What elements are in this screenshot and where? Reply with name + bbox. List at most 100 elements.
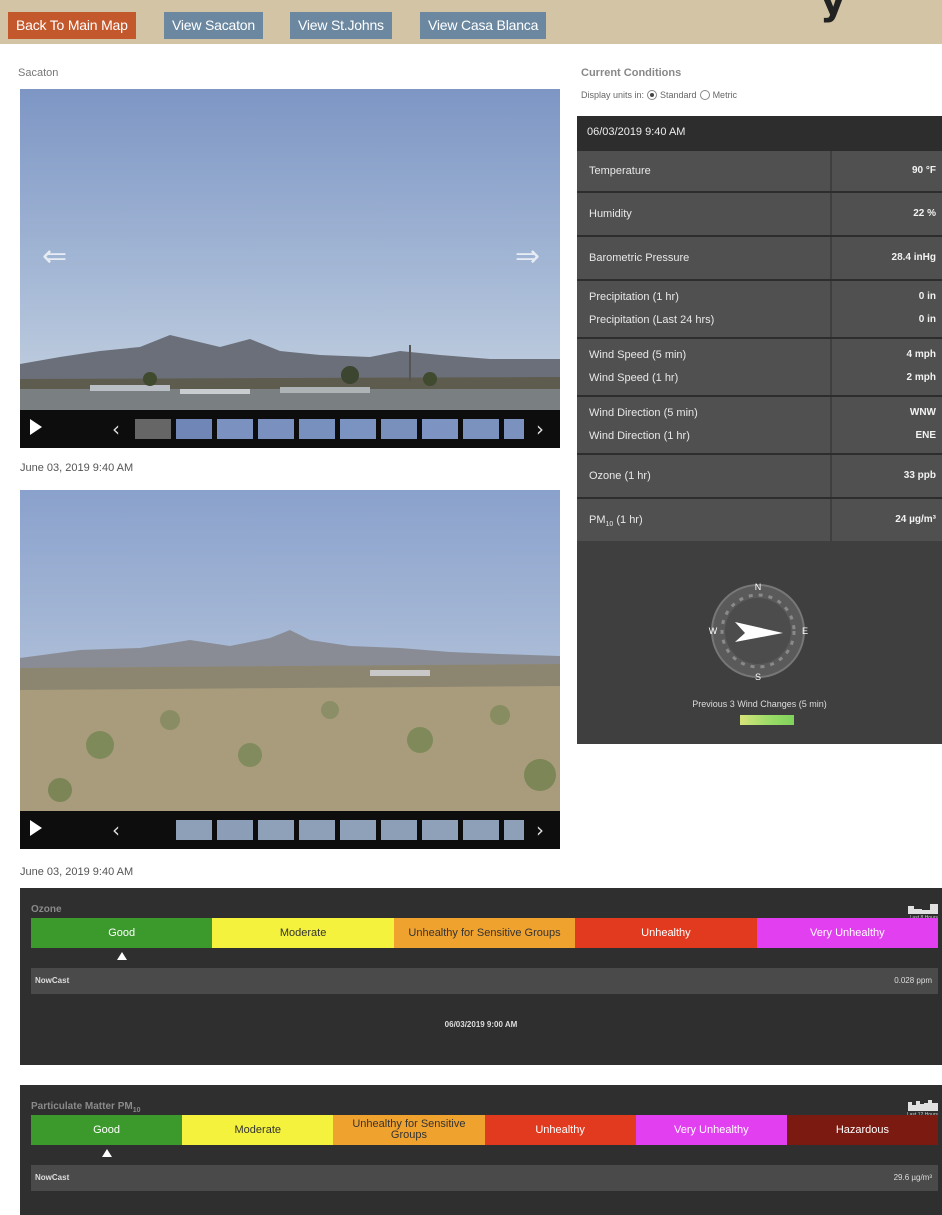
pm10-panel: Particulate Matter PM10 Last 12 Hours Go…: [20, 1085, 942, 1215]
view-stjohns-button[interactable]: View St.Johns: [290, 12, 392, 39]
camera-image-1: ⇐ ⇒: [20, 89, 560, 410]
pm10-title: Particulate Matter PM10: [31, 1101, 141, 1114]
current-conditions-panel: 06/03/2019 9:40 AM Temperature 90 °F Hum…: [577, 116, 942, 744]
filmstrip-prev-icon[interactable]: ‹: [112, 818, 120, 842]
filmstrip-thumb[interactable]: [504, 820, 524, 840]
filmstrip-prev-icon[interactable]: ‹: [112, 417, 120, 441]
compass-west-label: W: [709, 626, 718, 636]
filmstrip-thumb[interactable]: [299, 820, 335, 840]
filmstrip-thumb[interactable]: [463, 820, 499, 840]
ozone-title: Ozone: [31, 904, 62, 915]
conditions-timestamp-bar: 06/03/2019 9:40 AM: [577, 116, 942, 149]
previous-image-arrow-icon[interactable]: ⇐: [42, 239, 67, 274]
camera-image-2: [20, 490, 560, 811]
view-sacaton-button[interactable]: View Sacaton: [164, 12, 263, 39]
conditions-label: PM10 (1 hr): [589, 514, 643, 529]
conditions-row-pm10: PM10 (1 hr) 24 µg/m³: [577, 497, 942, 541]
conditions-timestamp: 06/03/2019 9:40 AM: [587, 126, 686, 138]
view-casablanca-button[interactable]: View Casa Blanca: [420, 12, 547, 39]
aqi-category-3: Unhealthy: [575, 918, 757, 948]
history-chart-icon[interactable]: [908, 900, 938, 914]
conditions-value: 28.4 inHg: [891, 252, 936, 263]
camera-landscape-1: [20, 335, 560, 410]
filmstrip-1: ‹ ›: [20, 410, 560, 448]
camera-2-timestamp: June 03, 2019 9:40 AM: [20, 866, 134, 878]
conditions-value: WNW: [909, 407, 936, 418]
conditions-value: 90 °F: [911, 165, 936, 176]
ozone-level-marker-icon: [116, 952, 127, 960]
filmstrip-next-icon[interactable]: ›: [536, 417, 544, 441]
conditions-label: Wind Speed (1 hr): [589, 372, 679, 384]
filmstrip-thumb[interactable]: [176, 419, 212, 439]
conditions-label: Wind Direction (5 min): [589, 407, 698, 419]
conditions-label: Wind Speed (5 min): [589, 349, 687, 361]
camera-1-timestamp: June 03, 2019 9:40 AM: [20, 462, 134, 474]
aqi-category-4: Very Unhealthy: [756, 918, 939, 948]
nowcast-value: 0.028 ppm: [894, 976, 932, 985]
filmstrip-thumb[interactable]: [135, 419, 171, 439]
filmstrip-thumb[interactable]: [381, 419, 417, 439]
filmstrip-thumb[interactable]: [258, 419, 294, 439]
aqi-category-4: Very Unhealthy: [635, 1115, 787, 1145]
filmstrip-thumb[interactable]: [258, 820, 294, 840]
compass-icon: N S E W: [709, 582, 808, 682]
filmstrip-thumb[interactable]: [422, 820, 458, 840]
pm10-level-marker-icon: [101, 1149, 112, 1157]
filmstrip-thumb[interactable]: [176, 820, 212, 840]
filmstrip-thumb[interactable]: [340, 820, 376, 840]
filmstrip-thumb[interactable]: [463, 419, 499, 439]
conditions-label: Precipitation (Last 24 hrs): [589, 314, 715, 326]
wind-compass: N S E W: [705, 578, 811, 684]
filmstrip-thumb[interactable]: [299, 419, 335, 439]
aqi-category-0: Good: [31, 1115, 183, 1145]
units-standard-label: Standard: [660, 90, 697, 100]
conditions-label: Barometric Pressure: [589, 252, 690, 264]
history-chart-icon[interactable]: [908, 1097, 938, 1111]
station-name: Sacaton: [18, 67, 59, 79]
conditions-value: ENE: [915, 430, 936, 441]
filmstrip-next-icon[interactable]: ›: [536, 818, 544, 842]
filmstrip-2: ‹ ›: [20, 811, 560, 849]
filmstrip-thumb[interactable]: [504, 419, 524, 439]
conditions-value: 0 in: [918, 291, 936, 302]
compass-south-label: S: [755, 672, 761, 682]
units-metric-label: Metric: [712, 90, 738, 100]
play-icon[interactable]: [30, 419, 42, 435]
aqi-category-2: Unhealthy for Sensitive Groups: [393, 918, 576, 948]
filmstrip-thumb[interactable]: [381, 820, 417, 840]
conditions-row-pressure: Barometric Pressure 28.4 inHg: [577, 235, 942, 279]
conditions-value: 0 in: [918, 314, 936, 325]
filmstrip-thumb[interactable]: [217, 419, 253, 439]
conditions-value: 33 ppb: [903, 470, 936, 481]
conditions-row-wind-speed: Wind Speed (5 min) 4 mph Wind Speed (1 h…: [577, 337, 942, 395]
back-to-main-map-button[interactable]: Back To Main Map: [8, 12, 136, 39]
conditions-row-ozone: Ozone (1 hr) 33 ppb: [577, 453, 942, 497]
conditions-label: Temperature: [589, 165, 651, 177]
units-standard-radio[interactable]: [647, 90, 658, 100]
conditions-value: 4 mph: [906, 349, 936, 360]
play-icon[interactable]: [30, 820, 42, 836]
filmstrip-thumb[interactable]: [422, 419, 458, 439]
units-prefix: Display units in:: [581, 90, 645, 100]
conditions-label: Wind Direction (1 hr): [589, 430, 690, 442]
wind-changes-caption: Previous 3 Wind Changes (5 min): [692, 699, 827, 709]
conditions-row-humidity: Humidity 22 %: [577, 191, 942, 235]
page: y Back To Main Map View Sacaton View St.…: [0, 0, 942, 1215]
pm10-aqi-scale: Good Moderate Unhealthy for Sensitive Grou…: [31, 1115, 939, 1145]
filmstrip-thumb[interactable]: [217, 820, 253, 840]
units-metric-radio[interactable]: [699, 90, 710, 100]
ozone-timestamp: 06/03/2019 9:00 AM: [444, 1020, 518, 1029]
conditions-value: 2 mph: [906, 372, 936, 383]
aqi-category-3: Unhealthy: [484, 1115, 636, 1145]
ozone-nowcast-row: NowCast 0.028 ppm: [31, 968, 938, 994]
compass-east-label: E: [802, 626, 808, 636]
aqi-category-0: Good: [31, 918, 213, 948]
compass-north-label: N: [755, 582, 762, 592]
conditions-label: Humidity: [589, 208, 632, 220]
aqi-category-1: Moderate: [212, 918, 394, 948]
filmstrip-thumb[interactable]: [340, 419, 376, 439]
pm10-nowcast-row: NowCast 29.6 µg/m³: [31, 1165, 938, 1191]
ozone-aqi-scale: Good Moderate Unhealthy for Sensitive Grou…: [31, 918, 939, 948]
ozone-panel: Ozone Last 8 Hours GoodModerateUnhealthy…: [20, 888, 942, 1065]
next-image-arrow-icon[interactable]: ⇒: [515, 239, 540, 274]
